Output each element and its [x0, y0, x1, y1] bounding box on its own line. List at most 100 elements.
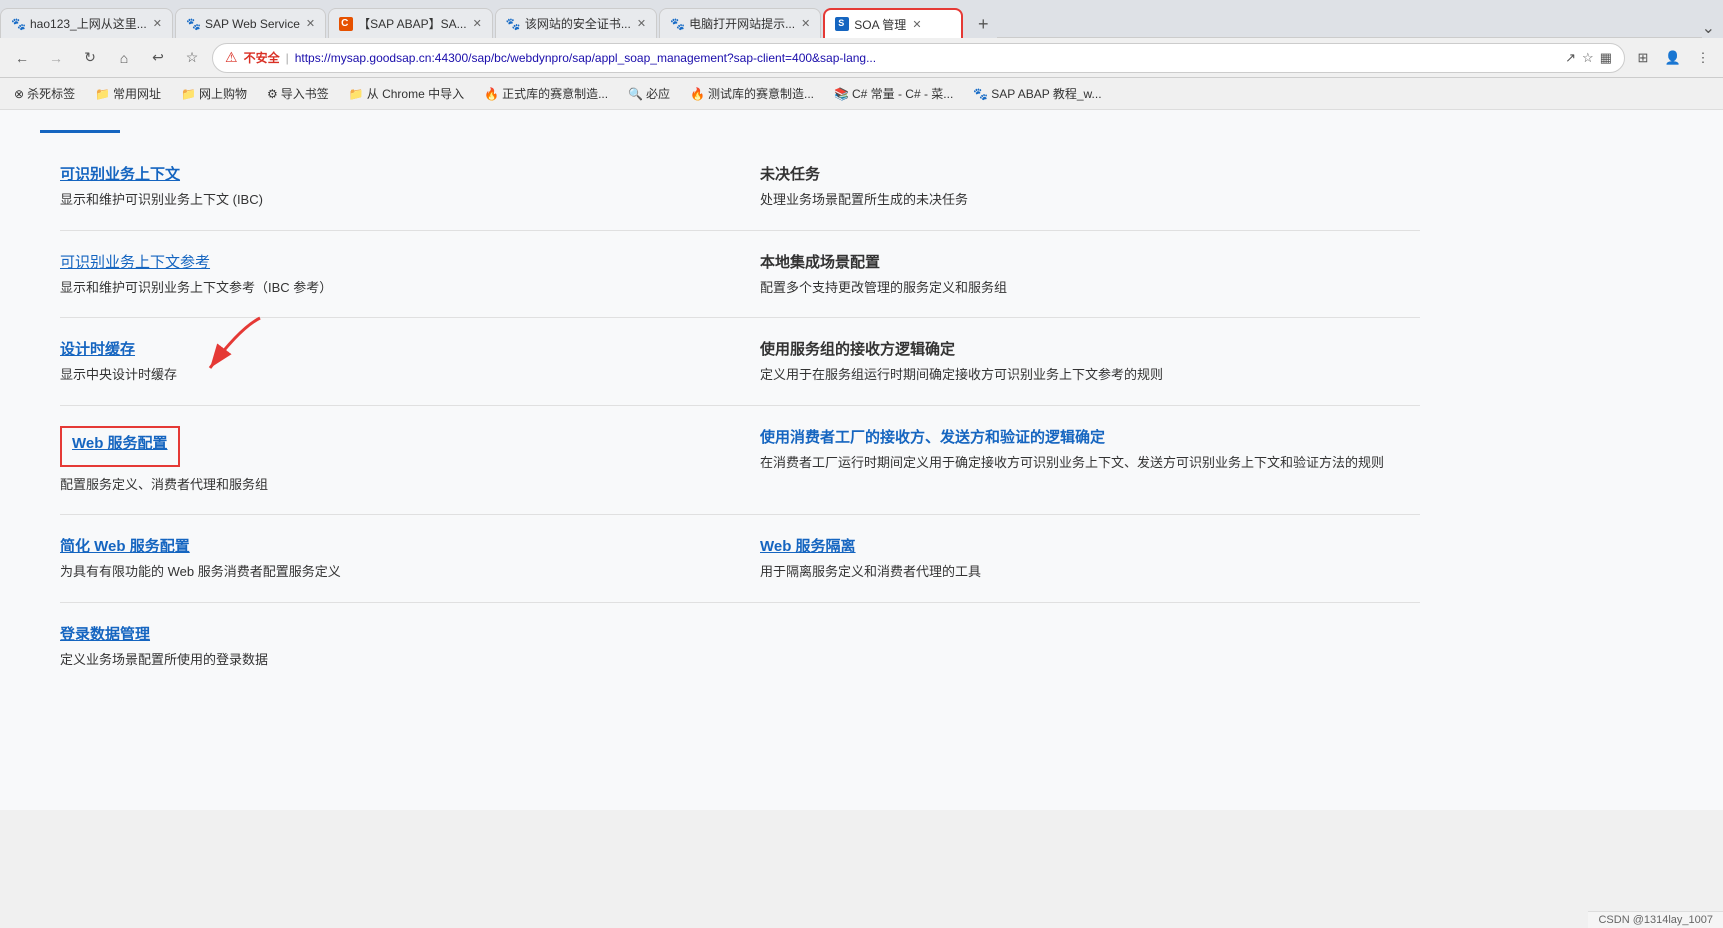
bookmark-label-shopping: 网上购物 — [199, 85, 247, 102]
settings-icon[interactable]: ⋮ — [1691, 46, 1715, 70]
item-local-integration: 本地集成场景配置 配置多个支持更改管理的服务定义和服务组 — [740, 231, 1440, 318]
item-title-login-data[interactable]: 登录数据管理 — [60, 623, 710, 644]
item-desc-web-isolation: 用于隔离服务定义和消费者代理的工具 — [760, 562, 1410, 582]
tab-security-cert[interactable]: 🐾 该网站的安全证书... ✕ — [495, 8, 657, 38]
item-title-web-isolation[interactable]: Web 服务隔离 — [760, 535, 1410, 556]
tab-soa-management[interactable]: S SOA 管理 ✕ — [823, 8, 963, 38]
item-simplified-web: 简化 Web 服务配置 为具有有限功能的 Web 服务消费者配置服务定义 — [40, 515, 740, 602]
search-bm-icon: 🔍 — [628, 87, 643, 101]
address-bar: ← → ↻ ⌂ ↩ ☆ ⚠ 不安全 | https://mysap.goodsa… — [0, 38, 1723, 78]
tab-bar-menu[interactable]: ⌄ — [1702, 18, 1723, 38]
browser-chrome: 🐾 hao123_上网从这里... ✕ 🐾 SAP Web Service ✕ … — [0, 0, 1723, 110]
fire-icon-1: 🔥 — [484, 87, 499, 101]
tab-label-tips: 电脑打开网站提示... — [689, 15, 795, 32]
bookmark-label-bing: 必应 — [646, 85, 670, 102]
tab-icon-hao123: 🐾 — [11, 17, 25, 31]
bookmark-label-test: 测试库的赛意制造... — [708, 85, 814, 102]
folder-icon-2: 📁 — [349, 87, 364, 101]
extensions-icon[interactable]: ⊞ — [1631, 46, 1655, 70]
tab-bar-end — [997, 8, 1701, 38]
bookmark-page-button[interactable]: ☆ — [178, 44, 206, 72]
star-icon[interactable]: ☆ — [1582, 50, 1594, 66]
tab-pc-tips[interactable]: 🐾 电脑打开网站提示... ✕ — [659, 8, 821, 38]
tab-icon-sap: 🐾 — [186, 17, 200, 31]
item-title-factory-logic: 使用消费者工厂的接收方、发送方和验证的逻辑确定 — [760, 426, 1410, 447]
item-title-design-cache[interactable]: 设计时缓存 — [60, 338, 710, 359]
folder-icon-1: 📁 — [95, 87, 110, 101]
status-text: CSDN @1314lay_1007 — [1598, 914, 1713, 926]
item-desc-business-context: 显示和维护可识别业务上下文 (IBC) — [60, 190, 710, 210]
back-button[interactable]: ← — [8, 44, 36, 72]
shopping-icon: 📁 — [181, 87, 196, 101]
bookmark-official-lib[interactable]: 🔥 正式库的赛意制造... — [478, 82, 614, 105]
item-title-web-service[interactable]: Web 服务配置 — [72, 432, 168, 453]
back-page-button[interactable]: ↩ — [144, 44, 172, 72]
tab-close-cert[interactable]: ✕ — [637, 17, 646, 30]
bookmark-bing[interactable]: 🔍 必应 — [622, 82, 676, 105]
forward-button[interactable]: → — [42, 44, 70, 72]
spacer-top — [40, 133, 1683, 143]
content-grid: 可识别业务上下文 显示和维护可识别业务上下文 (IBC) 未决任务 处理业务场景… — [40, 143, 1440, 689]
bookmark-label-chrome: 从 Chrome 中导入 — [367, 85, 464, 102]
web-service-highlight-box: Web 服务配置 — [60, 426, 180, 467]
tab-close-tips[interactable]: ✕ — [801, 17, 810, 30]
tab-icon-soa: S — [835, 17, 849, 31]
bookmark-shopping[interactable]: 📁 网上购物 — [175, 82, 253, 105]
settings-bm-icon: ⚙ — [267, 87, 278, 101]
item-title-pending-tasks: 未决任务 — [760, 163, 1410, 184]
tab-sap-webservice[interactable]: 🐾 SAP Web Service ✕ — [175, 8, 326, 38]
item-desc-receiver-logic: 定义用于在服务组运行时期间确定接收方可识别业务上下文参考的规则 — [760, 365, 1410, 385]
tab-sap-abap[interactable]: C 【SAP ABAP】SA... ✕ — [328, 8, 493, 38]
item-context-reference: 可识别业务上下文参考 显示和维护可识别业务上下文参考（IBC 参考） — [40, 231, 740, 318]
item-title-local-integration: 本地集成场景配置 — [760, 251, 1410, 272]
item-receiver-logic: 使用服务组的接收方逻辑确定 定义用于在服务组运行时期间确定接收方可识别业务上下文… — [740, 318, 1440, 405]
bookmark-sap-abap[interactable]: 🐾 SAP ABAP 教程_w... — [967, 82, 1107, 105]
tab-bar: 🐾 hao123_上网从这里... ✕ 🐾 SAP Web Service ✕ … — [0, 0, 1723, 38]
address-bar-input[interactable]: ⚠ 不安全 | https://mysap.goodsap.cn:44300/s… — [212, 43, 1625, 73]
profile-icon[interactable]: 👤 — [1661, 46, 1685, 70]
tab-label-sap: SAP Web Service — [205, 17, 300, 31]
security-warning-label: 不安全 — [244, 49, 280, 66]
page-content: 可识别业务上下文 显示和维护可识别业务上下文 (IBC) 未决任务 处理业务场景… — [0, 110, 1723, 810]
item-desc-login-data: 定义业务场景配置所使用的登录数据 — [60, 650, 710, 670]
paw-icon: 🐾 — [973, 87, 988, 101]
arrow-annotation — [180, 308, 300, 388]
item-business-context: 可识别业务上下文 显示和维护可识别业务上下文 (IBC) — [40, 143, 740, 230]
bookmark-label-sap-abap: SAP ABAP 教程_w... — [991, 85, 1101, 102]
item-title-business-context[interactable]: 可识别业务上下文 — [60, 163, 710, 184]
qr-icon[interactable]: ▦ — [1600, 50, 1612, 66]
item-desc-design-cache: 显示中央设计时缓存 — [60, 365, 710, 385]
item-desc-local-integration: 配置多个支持更改管理的服务定义和服务组 — [760, 278, 1410, 298]
tab-hao123[interactable]: 🐾 hao123_上网从这里... ✕ — [0, 8, 173, 38]
tab-close-hao123[interactable]: ✕ — [153, 17, 162, 30]
item-pending-tasks: 未决任务 处理业务场景配置所生成的未决任务 — [740, 143, 1440, 230]
security-warning-icon: ⚠ — [225, 49, 238, 66]
item-desc-pending-tasks: 处理业务场景配置所生成的未决任务 — [760, 190, 1410, 210]
bookmark-chrome-import[interactable]: 📁 从 Chrome 中导入 — [343, 82, 470, 105]
tab-add-button[interactable]: + — [969, 10, 997, 38]
tab-label-abap: 【SAP ABAP】SA... — [358, 15, 467, 32]
bookmark-label-import: 导入书签 — [281, 85, 329, 102]
tab-close-soa[interactable]: ✕ — [912, 18, 921, 31]
status-bar: CSDN @1314lay_1007 — [1588, 911, 1723, 928]
bookmark-import[interactable]: ⚙ 导入书签 — [261, 82, 335, 105]
reload-button[interactable]: ↻ — [76, 44, 104, 72]
bookmark-label-kill: 杀死标签 — [27, 85, 75, 102]
bookmark-label-official: 正式库的赛意制造... — [502, 85, 608, 102]
bookmark-csharp[interactable]: 📚 C# 常量 - C# - 菜... — [828, 82, 959, 105]
separator: | — [286, 51, 289, 65]
tab-close-abap[interactable]: ✕ — [473, 17, 482, 30]
item-desc-web-service: 配置服务定义、消费者代理和服务组 — [60, 475, 710, 495]
item-design-cache: 设计时缓存 显示中央设计时缓存 — [40, 318, 740, 405]
home-button[interactable]: ⌂ — [110, 44, 138, 72]
fire-icon-2: 🔥 — [690, 87, 705, 101]
tab-close-sap[interactable]: ✕ — [306, 17, 315, 30]
item-title-simplified-web[interactable]: 简化 Web 服务配置 — [60, 535, 710, 556]
bookmark-test-lib[interactable]: 🔥 测试库的赛意制造... — [684, 82, 820, 105]
bookmark-common-sites[interactable]: 📁 常用网址 — [89, 82, 167, 105]
bookmark-kill-tab[interactable]: ⊗ 杀死标签 — [8, 82, 81, 105]
kill-tab-icon: ⊗ — [14, 87, 24, 101]
item-title-context-ref[interactable]: 可识别业务上下文参考 — [60, 251, 710, 272]
item-web-isolation: Web 服务隔离 用于隔离服务定义和消费者代理的工具 — [740, 515, 1440, 602]
share-icon[interactable]: ↗ — [1565, 50, 1576, 66]
